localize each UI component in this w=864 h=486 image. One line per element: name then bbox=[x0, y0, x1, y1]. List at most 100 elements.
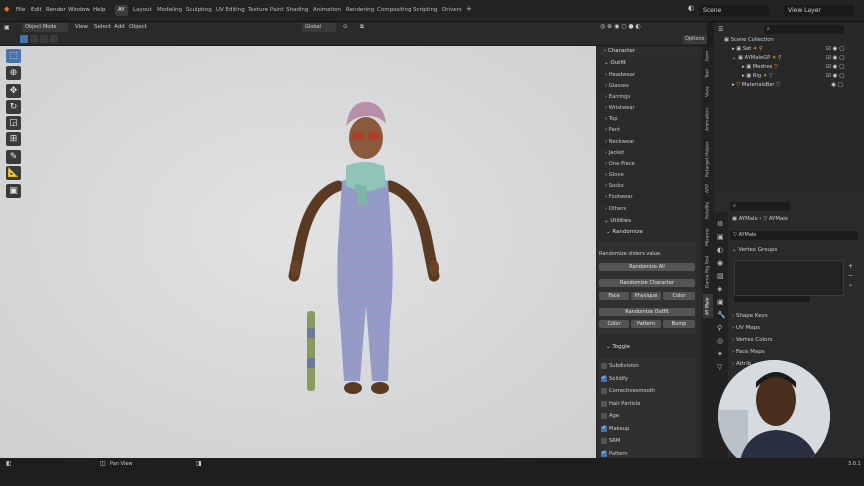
tab-rendering[interactable]: Rendering bbox=[343, 5, 377, 16]
tab-uv-editing[interactable]: UV Editing bbox=[213, 5, 248, 16]
outliner-row-aymalegp[interactable]: ⌄ ▣ AYMaleGP ✦ ⚲ bbox=[732, 55, 782, 61]
outfit-item[interactable]: › Glasses bbox=[605, 83, 629, 89]
panel-vertex-groups[interactable]: ⌄ Vertex Groups bbox=[732, 247, 777, 253]
outfit-item[interactable]: › Glove bbox=[605, 172, 624, 178]
outfit-item[interactable]: › Pant bbox=[605, 127, 620, 133]
outfit-item[interactable]: › Others bbox=[605, 206, 626, 212]
properties-search[interactable]: ⌕ bbox=[730, 202, 790, 211]
blender-logo-icon[interactable]: ◆ bbox=[4, 5, 9, 13]
outliner-type-icon[interactable]: ☰ bbox=[718, 26, 723, 33]
srm-checkbox[interactable] bbox=[601, 438, 607, 444]
measure-icon[interactable]: 📐 bbox=[6, 166, 21, 180]
panel-uv-maps[interactable]: › UV Maps bbox=[732, 325, 760, 331]
randomize-outfit-button[interactable]: Randomize Outfit bbox=[599, 308, 695, 316]
tab-view[interactable]: View bbox=[703, 84, 713, 100]
editor-type-icon[interactable]: ▣ bbox=[4, 24, 10, 31]
correctivesmooth-checkbox[interactable] bbox=[601, 388, 607, 394]
menu-select[interactable]: Select bbox=[94, 24, 111, 30]
view-layer-selector[interactable]: View Layer bbox=[784, 5, 854, 16]
makeup-checkbox[interactable] bbox=[601, 424, 607, 432]
outfit-item[interactable]: › One-Piece bbox=[605, 161, 635, 167]
outfit-bump-button[interactable]: Bump bbox=[663, 320, 695, 328]
pattern-checkbox[interactable] bbox=[601, 449, 607, 457]
menu-window[interactable]: Window bbox=[68, 7, 90, 13]
tab-shading[interactable]: Shading bbox=[283, 5, 311, 16]
menu-edit[interactable]: Edit bbox=[31, 7, 42, 13]
tab-retarget-helper[interactable]: Retarget Helper bbox=[703, 138, 713, 180]
panel-face-maps[interactable]: › Face Maps bbox=[732, 349, 765, 355]
tab-tool[interactable]: Tool bbox=[703, 66, 713, 82]
hair-particle-checkbox[interactable] bbox=[601, 401, 607, 407]
scene-selector[interactable]: Scene bbox=[699, 5, 769, 16]
section-character[interactable]: › Character bbox=[598, 48, 698, 57]
vertex-groups-list[interactable] bbox=[734, 260, 844, 296]
section-randomize[interactable]: ⌄ Randomize bbox=[600, 229, 700, 238]
tab-mixamo[interactable]: Mixamo bbox=[703, 224, 713, 250]
add-workspace-icon[interactable]: + bbox=[466, 5, 472, 13]
color-button[interactable]: Color bbox=[663, 292, 695, 300]
menu-object[interactable]: Object bbox=[129, 24, 147, 30]
mode-dropdown[interactable]: Object Mode bbox=[22, 23, 68, 32]
outfit-item[interactable]: › Wristwear bbox=[605, 105, 635, 111]
move-icon[interactable]: ✥ bbox=[6, 84, 21, 98]
3d-viewport[interactable] bbox=[0, 46, 596, 458]
panel-vertex-colors[interactable]: › Vertex Colors bbox=[732, 337, 773, 343]
section-outfit[interactable]: ⌄ Outfit bbox=[598, 60, 698, 69]
physique-button[interactable]: Physique bbox=[631, 292, 661, 300]
outfit-item[interactable]: › Top bbox=[605, 116, 618, 122]
rotate-icon[interactable]: ↻ bbox=[6, 100, 21, 114]
tab-ay-male[interactable]: AY Male bbox=[703, 294, 713, 318]
menu-add[interactable]: Add bbox=[114, 24, 125, 30]
outfit-item[interactable]: › Footwear bbox=[605, 194, 633, 200]
pivot-icon[interactable]: ⊙ bbox=[343, 24, 348, 30]
tab-drivers[interactable]: Drivers bbox=[439, 5, 465, 16]
menu-file[interactable]: File bbox=[16, 7, 25, 13]
outfit-item[interactable]: › Socks bbox=[605, 183, 624, 189]
outfit-item[interactable]: › Headwear bbox=[605, 72, 635, 78]
age-checkbox[interactable] bbox=[601, 413, 607, 419]
visibility-icons[interactable]: ☑ ◉ ▢ ☑ ◉ ▢ ☑ ◉ ▢ ☑ ◉ ▢ ◉ ▢ bbox=[826, 45, 844, 90]
outliner-root[interactable]: ▣ Scene Collection bbox=[724, 37, 774, 43]
randomize-character-button[interactable]: Randomize Character bbox=[599, 279, 695, 287]
solidify-checkbox[interactable] bbox=[601, 374, 607, 382]
tab-scripting[interactable]: Scripting bbox=[410, 5, 440, 16]
tab-retoblo[interactable]: RetoBlo bbox=[703, 198, 713, 222]
viewport-shading-icons[interactable]: ◎ ⊕ ◉ ○ ● ◐ bbox=[600, 23, 641, 30]
scale-icon[interactable]: ◲ bbox=[6, 116, 21, 130]
tab-animation[interactable]: Animation bbox=[703, 104, 713, 136]
cursor-icon[interactable]: ⊕ bbox=[6, 66, 21, 80]
outliner-row-meshes[interactable]: ▸ ▣ Meshes ▽ bbox=[742, 64, 778, 70]
menu-help[interactable]: Help bbox=[93, 7, 106, 13]
menu-view[interactable]: View bbox=[75, 24, 88, 30]
face-button[interactable]: Face bbox=[599, 292, 629, 300]
outliner-search[interactable]: ⌕ bbox=[764, 25, 844, 34]
tab-item[interactable]: Item bbox=[703, 48, 713, 64]
outfit-item[interactable]: › Neckwear bbox=[605, 139, 634, 145]
transform-icon[interactable]: ⊞ bbox=[6, 132, 21, 146]
menu-render[interactable]: Render bbox=[46, 7, 66, 13]
tab-game-rig-tool[interactable]: Game Rig Tool bbox=[703, 252, 713, 292]
section-utilities[interactable]: ⌄ Utilities bbox=[598, 218, 698, 227]
select-mode-icons[interactable] bbox=[20, 35, 60, 44]
tab-layout[interactable]: Layout bbox=[130, 5, 155, 16]
outfit-item[interactable]: › Earrings bbox=[605, 94, 630, 100]
vertex-group-controls[interactable]: + − ⌄ bbox=[848, 262, 853, 289]
vertex-groups-filter[interactable] bbox=[734, 296, 810, 302]
annotate-icon[interactable]: ✎ bbox=[6, 150, 21, 164]
options-dropdown[interactable]: Options bbox=[683, 35, 707, 44]
orientation-dropdown[interactable]: Global bbox=[302, 23, 336, 32]
tab-compositing[interactable]: Compositing bbox=[374, 5, 414, 16]
outfit-pattern-button[interactable]: Pattern bbox=[631, 320, 661, 328]
outliner-row-set[interactable]: ▸ ▣ Set ✦ ⚲ bbox=[732, 46, 763, 52]
outfit-color-button[interactable]: Color bbox=[599, 320, 629, 328]
properties-tab-icons[interactable]: ⚙ ▣ ◐ ◉ ▨ ◈ ▣ 🔧 ⚲ ◎ ✦ ▽ bbox=[717, 218, 726, 374]
tab-modeling[interactable]: Modeling bbox=[154, 5, 185, 16]
section-toggle[interactable]: ⌄ Toggle bbox=[600, 344, 700, 353]
subdivision-checkbox[interactable] bbox=[601, 363, 607, 369]
snap-icon[interactable]: ⧉ bbox=[360, 24, 364, 31]
outliner-row-materialsbar[interactable]: ▸ ▽ MaterialsBar ▽ bbox=[732, 82, 780, 88]
panel-shape-keys[interactable]: › Shape Keys bbox=[732, 313, 768, 319]
add-cube-icon[interactable]: ▣ bbox=[6, 184, 21, 198]
outfit-item[interactable]: › Jacket bbox=[605, 150, 624, 156]
tab-texture-paint[interactable]: Texture Paint bbox=[245, 5, 287, 16]
